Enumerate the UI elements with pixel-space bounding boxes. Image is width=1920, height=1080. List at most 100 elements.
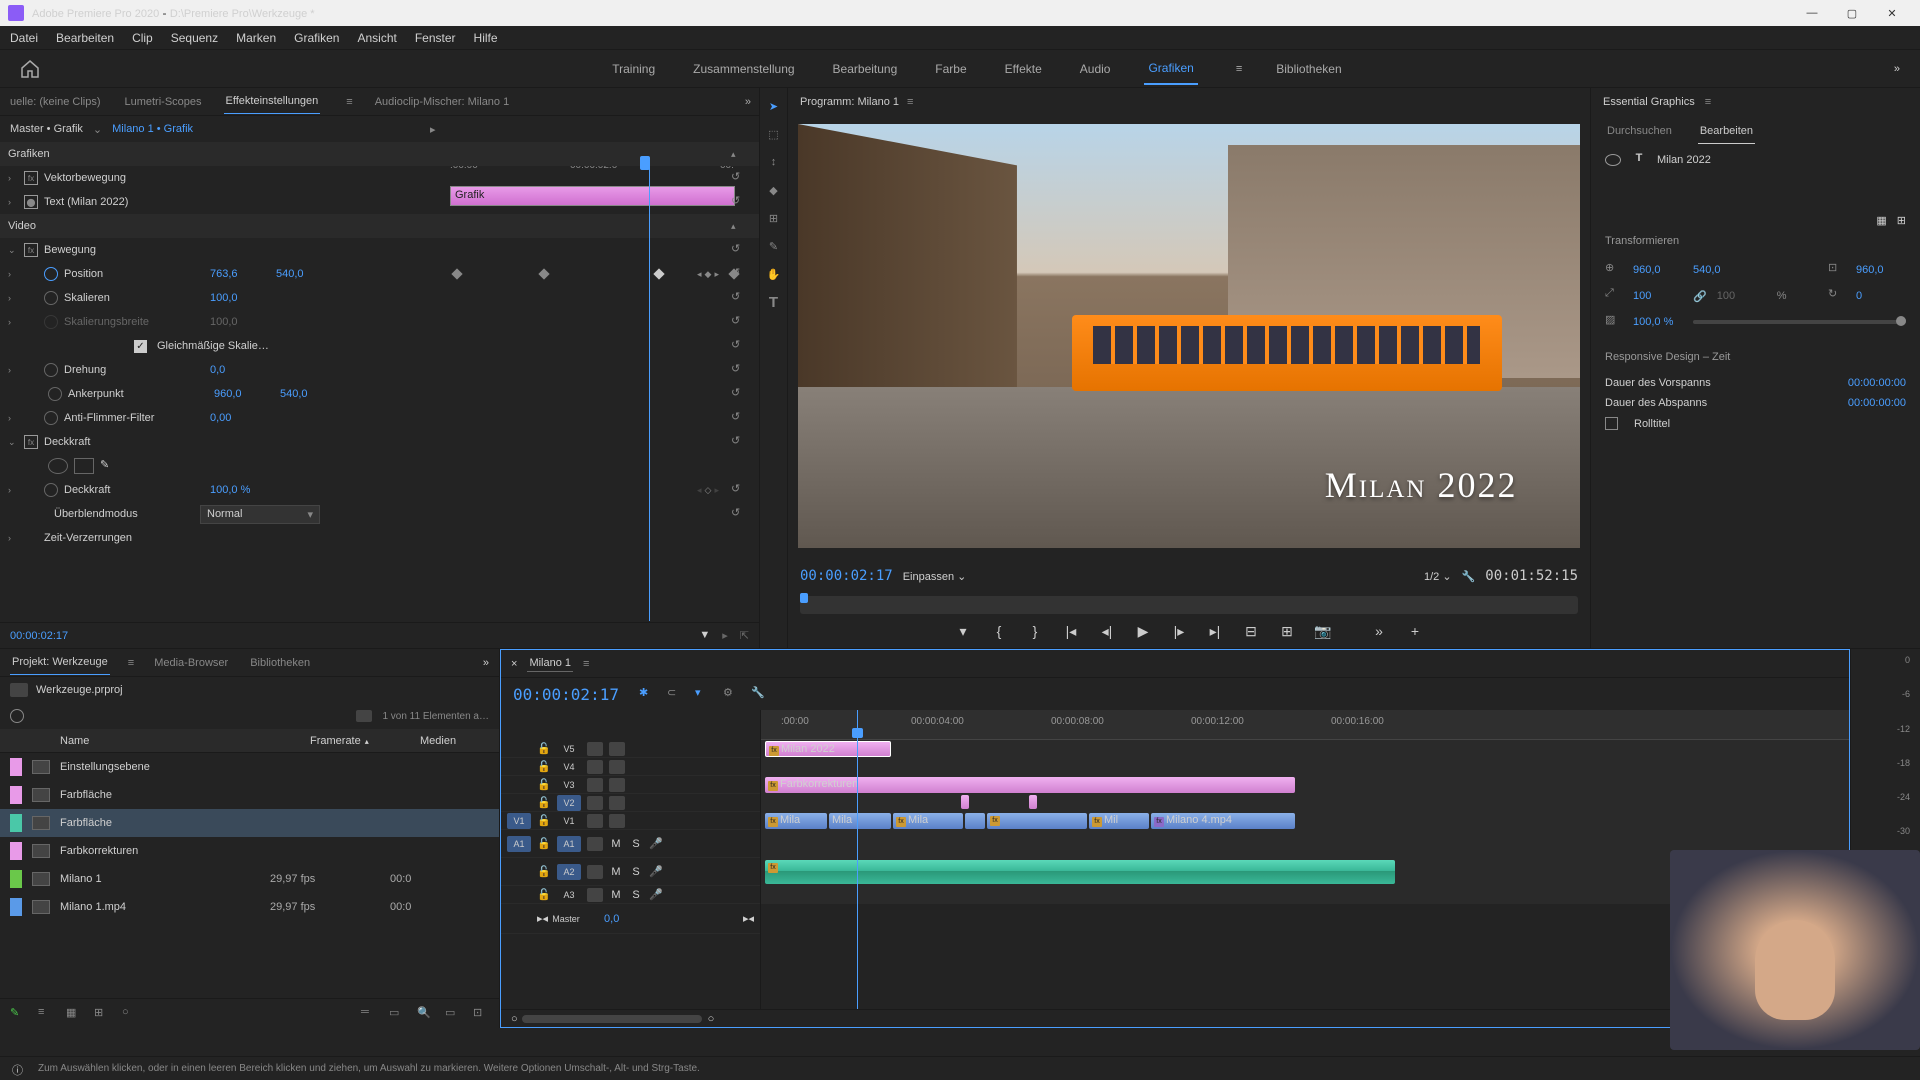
- col-media[interactable]: Medien: [420, 735, 489, 747]
- button-editor-icon[interactable]: »: [1369, 621, 1389, 641]
- expand-arrow[interactable]: ›: [8, 365, 18, 375]
- clip-v1-1[interactable]: fxMila: [765, 813, 827, 829]
- ws-menu-icon[interactable]: ≡: [1236, 63, 1242, 75]
- menu-clip[interactable]: Clip: [132, 31, 153, 45]
- clip-v1-4a[interactable]: [965, 813, 985, 829]
- clip-v1-6[interactable]: fxMilano 4.mp4: [1151, 813, 1295, 829]
- ws-overflow-icon[interactable]: »: [1894, 63, 1900, 75]
- lock-icon[interactable]: 🔓: [537, 837, 551, 850]
- menu-view[interactable]: Ansicht: [357, 31, 396, 45]
- project-item[interactable]: Farbfläche: [0, 781, 499, 809]
- mini-playhead-handle[interactable]: [640, 156, 650, 170]
- eg-opacity[interactable]: 100,0 %: [1633, 316, 1683, 328]
- go-to-in-icon[interactable]: |◂: [1061, 621, 1081, 641]
- program-menu-icon[interactable]: ≡: [907, 96, 913, 108]
- type-tool-icon[interactable]: T: [764, 292, 784, 312]
- menu-graphics[interactable]: Grafiken: [294, 31, 339, 45]
- expand-arrow[interactable]: ›: [8, 173, 18, 183]
- reset-icon[interactable]: ↺: [731, 482, 747, 498]
- reset-icon[interactable]: ↺: [731, 194, 747, 210]
- effect-timecode[interactable]: 00:00:02:17: [10, 630, 68, 642]
- clip-colorfx[interactable]: fxFarbkorrekturen: [765, 777, 1295, 793]
- play-button[interactable]: ▶: [1133, 621, 1153, 641]
- track-v1-lane[interactable]: fxMila Mila fxMila fx fxMil fxMilano 4.m…: [761, 812, 1849, 830]
- label-swatch[interactable]: [10, 814, 22, 832]
- keyframe-track[interactable]: [450, 262, 740, 286]
- toggle-sync[interactable]: [609, 778, 625, 792]
- lock-icon[interactable]: 🔓: [537, 888, 551, 901]
- lock-icon[interactable]: 🔓: [537, 865, 551, 878]
- expand-arrow[interactable]: ›: [8, 413, 18, 423]
- sequence-title[interactable]: Milano 1: [527, 655, 573, 672]
- layer-visibility-icon[interactable]: [1605, 154, 1621, 166]
- view-list-icon[interactable]: ✎: [10, 1006, 26, 1022]
- reset-icon[interactable]: ↺: [731, 362, 747, 378]
- anchor-x[interactable]: 960,0: [214, 388, 274, 400]
- add-marker-icon[interactable]: ▾: [953, 621, 973, 641]
- ws-libraries[interactable]: Bibliotheken: [1272, 54, 1345, 84]
- src-v1[interactable]: V1: [507, 813, 531, 829]
- toggle-output[interactable]: [587, 814, 603, 828]
- scrub-handle[interactable]: [800, 593, 808, 603]
- label-swatch[interactable]: [10, 898, 22, 916]
- expand-arrow[interactable]: ›: [8, 533, 18, 543]
- prev-keyframe-icon[interactable]: ◂: [697, 485, 702, 496]
- label-swatch[interactable]: [10, 842, 22, 860]
- expand-arrow[interactable]: ›: [8, 197, 18, 207]
- effect-playhead[interactable]: [649, 159, 650, 621]
- group-icon[interactable]: ⊞: [1897, 214, 1906, 227]
- ws-color[interactable]: Farbe: [931, 54, 970, 84]
- lock-icon[interactable]: 🔓: [537, 796, 551, 809]
- menu-file[interactable]: Datei: [10, 31, 38, 45]
- reset-icon[interactable]: ↺: [731, 242, 747, 258]
- fx-toggle[interactable]: fx: [24, 435, 38, 449]
- delete-icon[interactable]: ⊡: [473, 1006, 489, 1022]
- toggle-sync[interactable]: [609, 760, 625, 774]
- stopwatch-icon[interactable]: [44, 363, 58, 377]
- toggle-sync[interactable]: [609, 796, 625, 810]
- settings-icon[interactable]: 🔧: [1462, 570, 1476, 583]
- export-icon[interactable]: ⇱: [740, 629, 749, 642]
- fx-toggle[interactable]: fx: [24, 171, 38, 185]
- master-val[interactable]: 0,0: [604, 913, 619, 925]
- keyframe[interactable]: [538, 268, 549, 279]
- sort-icon[interactable]: ▴: [365, 737, 369, 746]
- wrench-icon[interactable]: 🔧: [751, 686, 767, 702]
- lock-icon[interactable]: 🔓: [537, 778, 551, 791]
- lock-icon[interactable]: 🔓: [537, 814, 551, 827]
- solo-button[interactable]: S: [629, 838, 643, 850]
- expand-arrow[interactable]: ›: [8, 485, 18, 495]
- label-swatch[interactable]: [10, 870, 22, 888]
- outro-dur-value[interactable]: 00:00:00:00: [1848, 397, 1906, 409]
- mark-in-icon[interactable]: {: [989, 621, 1009, 641]
- keyframe[interactable]: [451, 268, 462, 279]
- view-icon-icon[interactable]: ≡: [38, 1006, 54, 1022]
- extract-icon[interactable]: ⊞: [1277, 621, 1297, 641]
- new-layer-icon[interactable]: ▦: [1876, 214, 1886, 227]
- menu-help[interactable]: Hilfe: [474, 31, 498, 45]
- tab-source[interactable]: uelle: (keine Clips): [8, 90, 102, 114]
- expand-arrow[interactable]: ›: [8, 317, 18, 327]
- stopwatch-icon[interactable]: [44, 291, 58, 305]
- ellipse-tool-icon[interactable]: ✎: [764, 236, 784, 256]
- toggle-sync[interactable]: [609, 742, 625, 756]
- col-name[interactable]: Name: [60, 735, 310, 747]
- play-effect-icon[interactable]: ▸: [430, 123, 436, 136]
- zoom-out-icon[interactable]: ○: [511, 1013, 518, 1025]
- reset-icon[interactable]: ↺: [731, 338, 747, 354]
- reset-icon[interactable]: ↺: [731, 170, 747, 186]
- track-v5[interactable]: V5: [557, 741, 581, 757]
- stopwatch-icon[interactable]: [48, 387, 62, 401]
- clip-v1-5[interactable]: fxMil: [1089, 813, 1149, 829]
- zoom-slider[interactable]: [522, 1015, 702, 1023]
- ws-editing[interactable]: Bearbeitung: [829, 54, 902, 84]
- reset-icon[interactable]: ↺: [731, 314, 747, 330]
- track-a3[interactable]: A3: [557, 887, 581, 903]
- eg-rotation[interactable]: 0: [1856, 290, 1906, 302]
- col-framerate[interactable]: Framerate▴: [310, 735, 420, 747]
- reset-icon[interactable]: ↺: [731, 386, 747, 402]
- next-keyframe-icon[interactable]: ▸: [714, 485, 719, 496]
- anchor-y[interactable]: 540,0: [280, 388, 340, 400]
- toggle-output[interactable]: [587, 888, 603, 902]
- ws-effects[interactable]: Effekte: [1001, 54, 1046, 84]
